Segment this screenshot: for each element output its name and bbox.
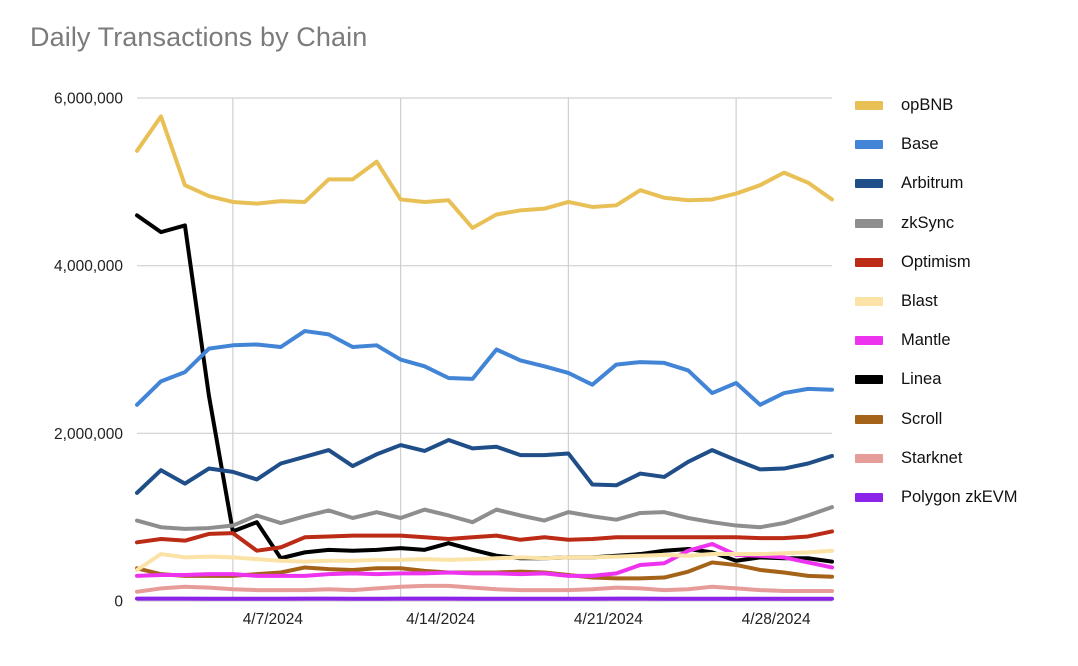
legend-item[interactable]: Polygon zkEVM <box>855 478 1075 517</box>
x-axis-tick-label: 4/21/2024 <box>574 611 643 628</box>
series-line-base <box>135 329 834 407</box>
y-axis-tick-labels: 0 2,000,000 4,000,000 6,000,000 <box>54 91 123 611</box>
x-axis-tick-label: 4/14/2024 <box>406 611 475 628</box>
legend-swatch-icon <box>855 179 883 189</box>
legend-item-label: Blast <box>901 292 938 311</box>
series-line-arbitrum <box>135 438 834 495</box>
x-axis-tick-label: 4/7/2024 <box>243 611 304 628</box>
series-line-opbnb <box>135 114 834 230</box>
legend-item-label: Starknet <box>901 448 963 467</box>
x-axis-tick-labels: 4/7/2024 4/14/2024 4/21/2024 4/28/2024 <box>243 611 811 628</box>
x-axis-tick-label: 4/28/2024 <box>742 611 811 628</box>
series-line-starknet <box>135 583 834 594</box>
legend-swatch-icon <box>855 492 883 502</box>
legend-swatch-icon <box>855 257 883 267</box>
legend-item-label: Arbitrum <box>901 174 964 193</box>
data-series-lines <box>135 114 834 601</box>
legend-item-label: Mantle <box>901 331 951 350</box>
y-axis-tick-label: 4,000,000 <box>54 258 123 275</box>
y-axis-tick-label: 6,000,000 <box>54 91 123 108</box>
legend-item-label: opBNB <box>901 96 954 115</box>
legend-swatch-icon <box>855 297 883 307</box>
legend-item[interactable]: Optimism <box>855 243 1075 282</box>
legend-item[interactable]: Blast <box>855 282 1075 321</box>
legend-swatch-icon <box>855 414 883 424</box>
series-line-zksync <box>135 505 834 531</box>
legend-item[interactable]: Mantle <box>855 321 1075 360</box>
legend-swatch-icon <box>855 218 883 228</box>
legend-item-label: Scroll <box>901 409 943 428</box>
legend-swatch-icon <box>855 336 883 346</box>
legend-swatch-icon <box>855 375 883 385</box>
legend-item[interactable]: Scroll <box>855 400 1075 439</box>
chart-legend: opBNB Base Arbitrum zkSync Optimism Blast Mant… <box>855 86 1075 517</box>
legend-item-label: Optimism <box>901 252 971 271</box>
y-axis-tick-label: 0 <box>114 594 123 611</box>
legend-item[interactable]: Base <box>855 125 1075 164</box>
legend-swatch-icon <box>855 453 883 463</box>
legend-swatch-icon <box>855 101 883 111</box>
legend-item-label: Base <box>901 135 939 154</box>
legend-item[interactable]: zkSync <box>855 204 1075 243</box>
series-line-optimism <box>135 529 834 553</box>
legend-item-label: Polygon zkEVM <box>901 487 1018 506</box>
legend-item[interactable]: Linea <box>855 360 1075 399</box>
legend-item[interactable]: Arbitrum <box>855 164 1075 203</box>
legend-swatch-icon <box>855 140 883 150</box>
y-axis-tick-label: 2,000,000 <box>54 426 123 443</box>
legend-item-label: zkSync <box>901 213 955 232</box>
legend-item-label: Linea <box>901 370 942 389</box>
chart-container: Daily Transactions by Chain 0 2,000,000 4,… <box>0 0 1078 666</box>
legend-item[interactable]: Starknet <box>855 439 1075 478</box>
legend-item[interactable]: opBNB <box>855 86 1075 125</box>
